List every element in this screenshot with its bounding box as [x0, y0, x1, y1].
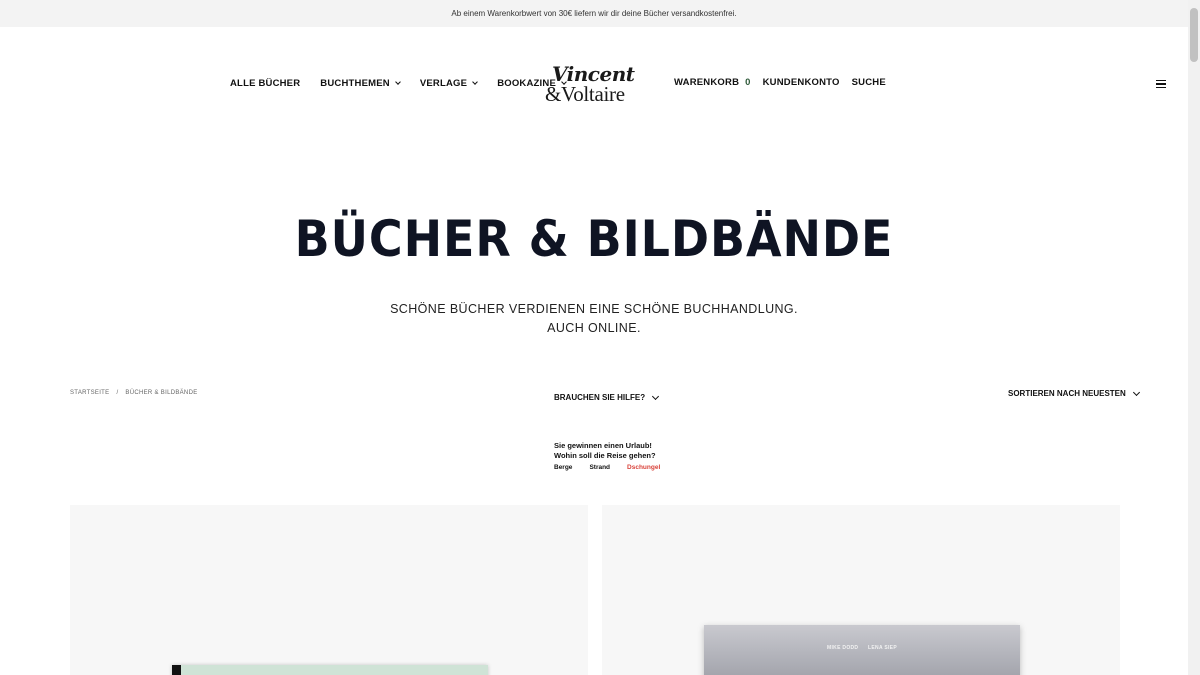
- help-dropdown[interactable]: BRAUCHEN SIE HILFE?: [554, 392, 660, 402]
- cart-count-badge: 0: [745, 77, 751, 88]
- page-title: BÜCHER & BILDBÄNDE: [294, 210, 894, 268]
- page-subtitle: SCHÖNE BÜCHER VERDIENEN EINE SCHÖNE BUCH…: [0, 300, 1188, 338]
- quiz-line1: Sie gewinnen einen Urlaub!: [554, 441, 652, 450]
- chevron-down-icon: [472, 79, 479, 85]
- book-cover-image: MIKE DODD LENA SIEP: [704, 625, 1020, 675]
- account-link[interactable]: KUNDENKONTO: [763, 77, 840, 88]
- book-cover-authors: MIKE DODD LENA SIEP: [704, 645, 1020, 651]
- nav-label: VERLAGE: [419, 78, 468, 89]
- book-cover-image: [172, 665, 488, 675]
- cover-author: MIKE DODD: [827, 645, 859, 651]
- nav-item-buchthemen[interactable]: BUCHTHEMEN: [320, 78, 401, 89]
- cart-label: WARENKORB: [674, 77, 740, 88]
- subtitle-line1: SCHÖNE BÜCHER VERDIENEN EINE SCHÖNE BUCH…: [390, 302, 798, 316]
- search-link[interactable]: SUCHE: [852, 77, 886, 88]
- main-navigation: ALLE BÜCHER BUCHTHEMEN VERLAGE BOOKAZINE: [230, 78, 586, 89]
- chevron-down-icon: [652, 392, 660, 400]
- sort-label: SORTIEREN NACH NEUESTEN: [1008, 389, 1126, 398]
- nav-label: BUCHTHEMEN: [320, 78, 390, 89]
- scrollbar-thumb[interactable]: [1190, 8, 1198, 62]
- quiz-question: Sie gewinnen einen Urlaub! Wohin soll di…: [554, 441, 656, 461]
- breadcrumb-separator: /: [116, 390, 119, 396]
- chevron-down-icon: [395, 79, 401, 85]
- nav-item-verlage[interactable]: VERLAGE: [419, 78, 479, 89]
- breadcrumb-current: BÜCHER & BILDBÄNDE: [125, 390, 198, 396]
- utility-navigation: WARENKORB 0 KUNDENKONTO SUCHE: [674, 77, 898, 88]
- quiz-line2: Wohin soll die Reise gehen?: [554, 451, 656, 460]
- nav-item-alle-buecher[interactable]: ALLE BÜCHER: [230, 78, 300, 89]
- cart-link[interactable]: WARENKORB 0: [674, 77, 751, 88]
- cover-author: LENA SIEP: [868, 645, 897, 651]
- help-label: BRAUCHEN SIE HILFE?: [554, 393, 646, 402]
- hamburger-menu-icon[interactable]: [1156, 80, 1166, 88]
- quiz-option-strand[interactable]: Strand: [589, 464, 610, 471]
- sort-dropdown[interactable]: SORTIEREN NACH NEUESTEN: [1008, 388, 1140, 398]
- announcement-bar: Ab einem Warenkorbwert von 30€ liefern w…: [0, 0, 1188, 27]
- quiz-option-berge[interactable]: Berge: [554, 464, 572, 471]
- quiz-options: Berge Strand Dschungel: [554, 464, 677, 471]
- logo-line2: &Voltaire: [545, 82, 625, 106]
- site-logo[interactable]: Vincent &Voltaire: [540, 62, 640, 112]
- chevron-down-icon: [1132, 388, 1140, 396]
- search-label: SUCHE: [851, 77, 886, 88]
- breadcrumb: STARTSEITE / BÜCHER & BILDBÄNDE: [70, 390, 198, 396]
- announcement-text: Ab einem Warenkorbwert von 30€ liefern w…: [451, 9, 737, 18]
- account-label: KUNDENKONTO: [762, 77, 840, 88]
- product-card[interactable]: MIKE DODD LENA SIEP: [602, 505, 1120, 675]
- product-card[interactable]: [70, 505, 588, 675]
- subtitle-line2: AUCH ONLINE.: [547, 321, 641, 335]
- quiz-option-dschungel[interactable]: Dschungel: [627, 464, 660, 471]
- breadcrumb-home[interactable]: STARTSEITE: [70, 390, 109, 396]
- scrollbar[interactable]: [1188, 0, 1200, 675]
- nav-label: ALLE BÜCHER: [230, 78, 301, 89]
